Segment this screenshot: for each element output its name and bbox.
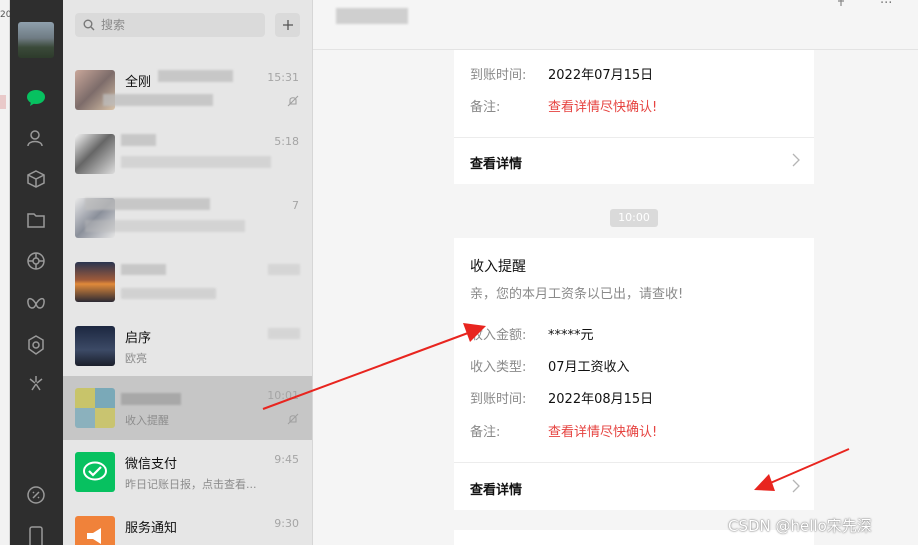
row-value: *****元 — [548, 328, 594, 343]
row-value: 查看详情尽快确认! — [548, 425, 658, 440]
chat-item-service-notice[interactable]: 服务通知 9:30 — [63, 504, 312, 545]
phone-link-icon[interactable] — [24, 483, 48, 507]
chat-item-wechat-pay[interactable]: 微信支付 昨日记账日报，点击查看... 9:45 — [63, 440, 312, 504]
row-value: 2022年07月15日 — [548, 68, 654, 83]
chat-item[interactable]: 5:18 — [63, 122, 312, 186]
conversation-panel: ··· 到账时间: 2022年07月15日 备注: 查看详情尽快确认! 查看详情… — [313, 0, 918, 545]
blurred-text — [85, 198, 210, 210]
blurred-text — [268, 328, 300, 339]
blurred-text — [158, 70, 233, 82]
chat-preview: 收入提醒 — [125, 414, 169, 427]
mute-bell-icon — [287, 95, 299, 107]
user-avatar[interactable] — [18, 22, 54, 58]
card-title: 收入提醒 — [470, 259, 526, 275]
service-notice-avatar — [75, 516, 115, 545]
view-details-label: 查看详情 — [470, 483, 523, 498]
chat-avatar — [75, 388, 115, 428]
blurred-text — [85, 220, 245, 232]
pin-icon[interactable] — [834, 0, 848, 8]
chat-item[interactable]: 全刚 15:31 — [63, 58, 312, 122]
chat-preview: 昨日记账日报，点击查看... — [125, 478, 257, 491]
background-window-sliver: 202 — [0, 0, 17, 545]
chat-name: 启序 — [125, 331, 152, 346]
chevron-right-icon — [792, 479, 800, 493]
search-input[interactable] — [101, 18, 251, 32]
chat-list-panel: 全刚 15:31 5:18 7 — [63, 0, 313, 545]
more-options-icon[interactable]: ··· — [880, 0, 892, 11]
card-subtitle: 亲，您的本月工资条以已出，请查收! — [470, 287, 684, 302]
card-row: 收入类型: 07月工资收入 — [470, 356, 630, 375]
mute-bell-icon — [287, 413, 299, 425]
mini-programs-icon[interactable] — [24, 333, 48, 357]
card-row: 收入金额: *****元 — [470, 324, 594, 343]
channels-icon[interactable] — [24, 292, 48, 316]
income-card: 收入提醒 亲，您的本月工资条以已出，请查收! 收入金额: *****元 收入类型… — [454, 238, 814, 510]
blurred-conversation-title — [336, 8, 408, 24]
chat-item[interactable]: 7 — [63, 186, 312, 250]
card-row: 到账时间: 2022年07月15日 — [470, 64, 653, 83]
search-box[interactable] — [75, 13, 265, 37]
chat-avatar — [75, 262, 115, 302]
card-row: 备注: 查看详情尽快确认! — [470, 421, 657, 440]
blurred-text — [103, 94, 213, 106]
megaphone-icon — [87, 528, 101, 544]
wechat-window: 202 搜索 全刚 15:31 5:18 7 启序 欧亮 收入提醒 10:01 … — [0, 0, 918, 545]
add-chat-button[interactable] — [275, 13, 300, 37]
wechat-pay-icon — [83, 461, 107, 481]
view-details-button[interactable]: 查看详情 — [454, 464, 814, 510]
row-key: 到账时间: — [470, 68, 527, 83]
view-details-button[interactable]: 查看详情 — [454, 138, 814, 184]
chat-name: 服务通知 — [125, 521, 178, 536]
time-separator: 10:00 — [610, 209, 658, 227]
row-key: 收入类型: — [470, 360, 527, 375]
card-row: 备注: 查看详情尽快确认! — [470, 96, 657, 115]
search-feature-icon[interactable] — [24, 371, 48, 395]
chat-time: 10:01 — [267, 389, 299, 402]
chat-item[interactable] — [63, 250, 312, 314]
blurred-text — [268, 264, 300, 275]
wechat-pay-avatar — [75, 452, 115, 492]
row-key: 到账时间: — [470, 392, 527, 407]
blurred-text — [121, 134, 156, 146]
moments-icon[interactable] — [24, 249, 48, 273]
contacts-icon[interactable] — [24, 126, 48, 150]
chat-name: 微信支付 — [125, 457, 178, 472]
blurred-text — [121, 264, 166, 275]
row-key: 备注: — [470, 100, 501, 115]
row-value: 07月工资收入 — [548, 360, 630, 375]
chevron-right-icon — [792, 153, 800, 167]
chat-preview: 欧亮 — [125, 352, 147, 365]
chat-time: 9:45 — [274, 453, 299, 466]
divider — [454, 462, 814, 463]
conversation-header: ··· — [313, 0, 918, 50]
chat-name: 全刚 — [125, 75, 152, 90]
row-value: 查看详情尽快确认! — [548, 100, 658, 115]
chat-time: 5:18 — [274, 135, 299, 148]
chat-item[interactable]: 启序 欧亮 — [63, 314, 312, 378]
blurred-text — [121, 288, 216, 299]
search-icon — [83, 19, 95, 31]
chat-time: 15:31 — [267, 71, 299, 84]
card-row: 到账时间: 2022年08月15日 — [470, 388, 653, 407]
chat-time: 7 — [292, 199, 299, 212]
income-card-previous: 到账时间: 2022年07月15日 备注: 查看详情尽快确认! 查看详情 — [454, 50, 814, 184]
chat-time: 9:30 — [274, 517, 299, 530]
row-value: 2022年08月15日 — [548, 392, 654, 407]
favorites-icon[interactable] — [24, 167, 48, 191]
nav-rail — [10, 0, 63, 545]
chat-icon[interactable] — [24, 86, 48, 110]
watermark: CSDN @hello宋先深 — [728, 517, 872, 535]
blurred-text — [121, 156, 271, 168]
view-details-label: 查看详情 — [470, 157, 523, 172]
row-key: 收入金额: — [470, 328, 527, 343]
row-key: 备注: — [470, 425, 501, 440]
blurred-text — [121, 393, 181, 405]
chat-avatar — [75, 326, 115, 366]
plus-icon — [282, 20, 293, 30]
sliver-mark — [0, 95, 6, 109]
folder-icon[interactable] — [24, 208, 48, 232]
mobile-icon[interactable] — [24, 524, 48, 545]
chat-avatar — [75, 134, 115, 174]
chat-item-selected[interactable]: 收入提醒 10:01 — [63, 376, 312, 440]
